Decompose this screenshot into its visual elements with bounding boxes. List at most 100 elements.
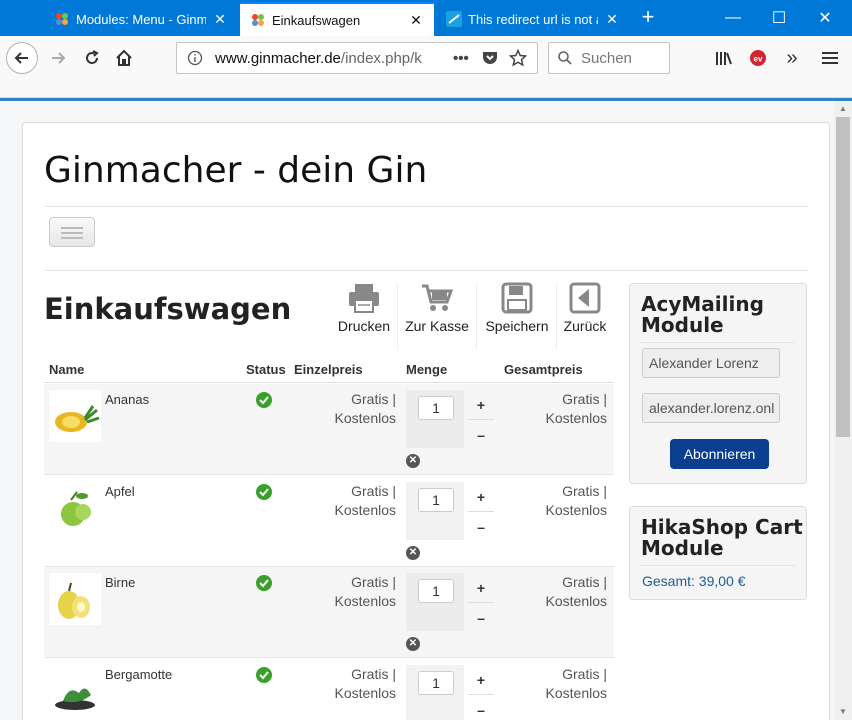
search-input[interactable]: Suchen — [548, 42, 670, 74]
decrease-quantity-button[interactable]: – — [468, 420, 494, 450]
table-row: Apfel Gratis | Kostenlos 1 + – Gratis | Ko… — [44, 476, 614, 567]
scroll-up-icon[interactable]: ▲ — [834, 101, 852, 117]
unit-price: Gratis | Kostenlos — [290, 665, 396, 703]
module-title-line: Module — [641, 536, 724, 560]
quantity-input[interactable]: 1 — [418, 671, 454, 695]
unit-price: Gratis | Kostenlos — [290, 482, 396, 520]
hamburger-bar — [61, 232, 83, 234]
cart-total-link[interactable]: Gesamt: 39,00 € — [642, 573, 746, 589]
print-label: Drucken — [337, 318, 391, 334]
joomla-icon — [252, 14, 264, 26]
new-tab-button[interactable]: + — [636, 6, 660, 30]
vertical-scrollbar[interactable]: ▲ ▼ — [834, 101, 852, 720]
url-path: /index.php/k — [340, 49, 422, 67]
page-actions-icon[interactable]: ••• — [453, 50, 469, 67]
divider — [44, 206, 808, 207]
product-image[interactable] — [49, 665, 101, 717]
url-domain: www.ginmacher.de — [215, 49, 341, 67]
column-header-quantity: Menge — [406, 362, 448, 377]
home-button[interactable] — [112, 46, 136, 70]
scroll-thumb[interactable] — [836, 117, 850, 437]
check-icon — [256, 484, 272, 500]
browser-tab-bar: Modules: Menu - Ginma ✕ Einkaufswagen ✕ … — [0, 0, 852, 36]
increase-quantity-button[interactable]: + — [468, 482, 494, 512]
decrease-quantity-button[interactable]: – — [468, 512, 494, 542]
extension-button[interactable]: ev — [746, 46, 770, 70]
decrease-quantity-button[interactable]: – — [468, 603, 494, 633]
reload-icon — [86, 50, 99, 64]
decrease-quantity-button[interactable]: – — [468, 695, 494, 720]
divider — [556, 284, 557, 350]
hamburger-menu-button[interactable] — [818, 46, 842, 70]
product-name[interactable]: Ananas — [105, 392, 149, 407]
email-field[interactable]: alexander.lorenz.onl — [642, 393, 780, 423]
navigation-bar: www.ginmacher.de/index.php/k ••• Suchen … — [0, 36, 852, 98]
product-image[interactable] — [49, 573, 101, 625]
minimize-button[interactable]: — — [710, 0, 756, 36]
forward-button[interactable] — [46, 46, 70, 70]
hikashop-cart-module: HikaShop Cart Module Gesamt: 39,00 € — [629, 506, 807, 600]
product-name[interactable]: Bergamotte — [105, 667, 172, 682]
name-field[interactable]: Alexander Lorenz — [642, 348, 780, 378]
unit-price-note: Kostenlos — [334, 410, 396, 426]
pocket-icon[interactable] — [481, 49, 499, 67]
subscribe-button[interactable]: Abonnieren — [670, 439, 769, 469]
close-icon[interactable]: ✕ — [604, 11, 620, 28]
back-link-button[interactable]: Zurück — [559, 282, 611, 348]
menu-toggle-button[interactable] — [49, 217, 95, 247]
unit-price-value: Gratis | — [351, 666, 396, 682]
back-button[interactable] — [6, 42, 38, 74]
unit-price-value: Gratis | — [351, 574, 396, 590]
product-image[interactable] — [49, 390, 101, 442]
close-icon[interactable]: ✕ — [212, 11, 228, 28]
increase-quantity-button[interactable]: + — [468, 390, 494, 420]
extension-icon: ev — [750, 50, 766, 66]
bergamot-leaves-image — [55, 688, 95, 710]
save-label: Speichern — [485, 318, 549, 334]
checkout-button[interactable]: Zur Kasse — [401, 282, 473, 348]
total-price-value: Gratis | — [562, 666, 607, 682]
hamburger-icon — [822, 52, 838, 64]
apple-image — [61, 491, 91, 526]
close-window-button[interactable]: ✕ — [802, 0, 848, 36]
scroll-down-icon[interactable]: ▼ — [834, 704, 852, 720]
caret-left-icon — [569, 282, 601, 314]
stripe-icon — [446, 11, 462, 27]
acymailing-module: AcyMailing Module Alexander Lorenz alexan… — [629, 283, 807, 484]
checkout-label: Zur Kasse — [405, 318, 469, 334]
remove-item-icon[interactable]: ✕ — [406, 637, 420, 651]
quantity-input[interactable]: 1 — [418, 396, 454, 420]
url-bar[interactable]: www.ginmacher.de/index.php/k ••• — [176, 42, 538, 74]
url-text: www.ginmacher.de/index.php/k — [215, 50, 443, 67]
close-icon[interactable]: ✕ — [408, 12, 424, 29]
quantity-input[interactable]: 1 — [418, 488, 454, 512]
total-price-value: Gratis | — [562, 391, 607, 407]
print-button[interactable]: Drucken — [334, 282, 394, 348]
module-title: HikaShop Cart Module — [641, 517, 806, 559]
product-name[interactable]: Birne — [105, 575, 135, 590]
unit-price-note: Kostenlos — [334, 593, 396, 609]
increase-quantity-button[interactable]: + — [468, 665, 494, 695]
tab-einkaufswagen[interactable]: Einkaufswagen ✕ — [240, 2, 434, 36]
remove-item-icon[interactable]: ✕ — [406, 546, 420, 560]
save-button[interactable]: Speichern — [481, 282, 553, 348]
product-image[interactable] — [49, 482, 101, 534]
tab-modules-menu[interactable]: Modules: Menu - Ginma ✕ — [44, 2, 238, 36]
reload-button[interactable] — [80, 46, 104, 70]
divider — [44, 270, 808, 271]
overflow-menu-button[interactable]: » — [780, 46, 804, 70]
maximize-button[interactable]: ☐ — [756, 0, 802, 36]
total-price: Gratis | Kostenlos — [494, 573, 607, 611]
library-button[interactable] — [712, 46, 736, 70]
product-name[interactable]: Apfel — [105, 484, 135, 499]
back-label: Zurück — [563, 318, 607, 334]
quantity-input[interactable]: 1 — [418, 579, 454, 603]
star-icon[interactable] — [508, 49, 527, 67]
check-icon — [256, 575, 272, 591]
module-title-line: Module — [641, 313, 724, 337]
arrow-right-icon — [52, 52, 66, 64]
increase-quantity-button[interactable]: + — [468, 573, 494, 603]
remove-item-icon[interactable]: ✕ — [406, 454, 420, 468]
tab-redirect[interactable]: This redirect url is not al ✕ — [436, 2, 630, 36]
check-icon — [256, 392, 272, 408]
